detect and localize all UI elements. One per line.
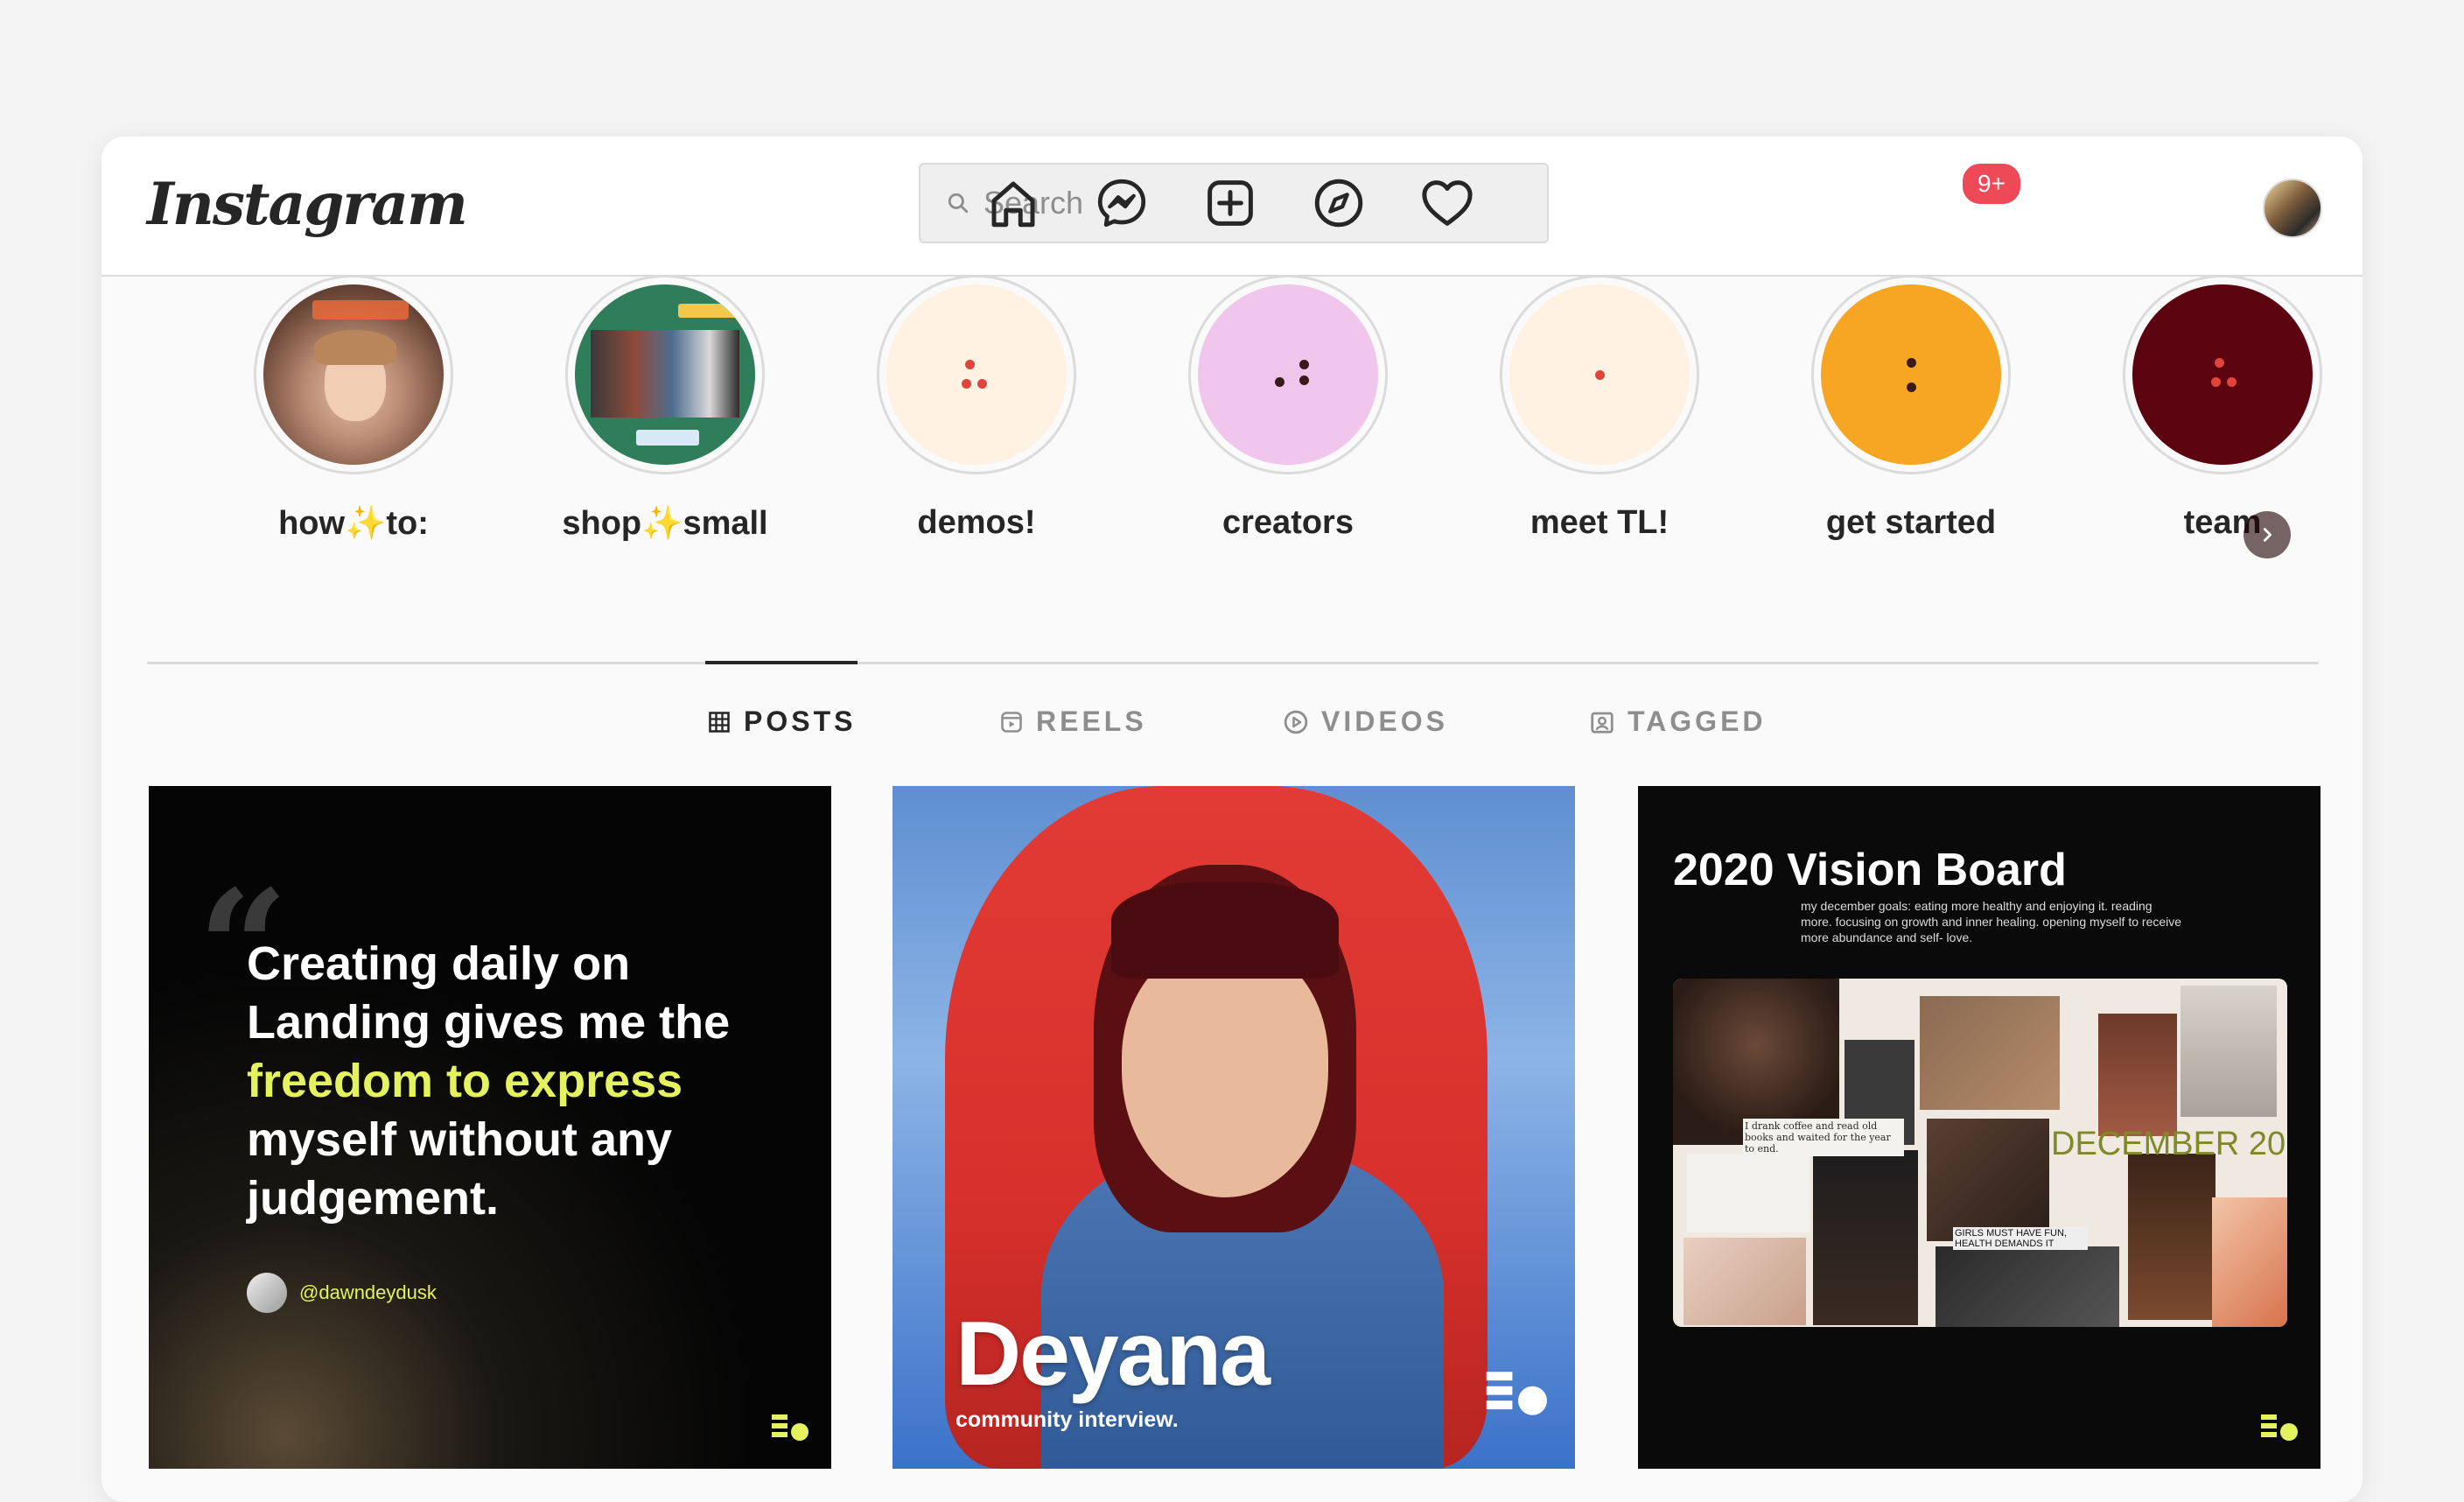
post-subtitle: community interview. <box>956 1407 1179 1432</box>
story-ring <box>1500 275 1699 474</box>
post-deyana-interview[interactable]: Deyana community interview. <box>892 786 1575 1469</box>
collage-note: I drank coffee and read old books and wa… <box>1743 1119 1904 1156</box>
quote-author: @dawndeydusk <box>247 1273 437 1313</box>
landing-logo-icon <box>2261 1414 2298 1441</box>
bangs <box>1111 882 1339 979</box>
face <box>1122 944 1328 1197</box>
story-highlight-meet-tl[interactable]: meet TL! <box>1494 275 1704 542</box>
author-avatar <box>247 1273 287 1313</box>
tagged-user-icon <box>1591 712 1614 733</box>
story-label: team <box>2183 504 2262 541</box>
quote-highlight: freedom to express <box>247 1055 683 1107</box>
messages-badge: 9+ <box>1960 161 2023 207</box>
story-thumbnail <box>263 284 444 465</box>
tabs-divider <box>147 662 2319 664</box>
collage-photo <box>1936 1246 2119 1327</box>
story-ring <box>877 275 1076 474</box>
quote-line-2: myself without any judgement. <box>247 1113 673 1225</box>
play-circle-icon <box>1284 710 1308 733</box>
story-thumbnail <box>1509 284 1690 465</box>
story-label: meet TL! <box>1530 504 1670 541</box>
story-label: get started <box>1825 504 1997 541</box>
post-vision-board[interactable]: 2020 Vision Board my december goals: eat… <box>1638 786 2320 1469</box>
collage-photo <box>1687 1154 1810 1232</box>
story-label: creators <box>1222 504 1354 541</box>
story-highlight-shop-small[interactable]: shop✨small <box>560 275 770 543</box>
chevron-right-icon[interactable] <box>2244 511 2291 558</box>
browser-window: Instagram 9+ <box>102 137 2362 1502</box>
collage-photo <box>2212 1197 2287 1327</box>
story-label: how✨to: <box>278 505 429 542</box>
story-ring <box>2123 275 2322 474</box>
collage-month-label: DECEMBER 2021 <box>2051 1126 2287 1162</box>
instagram-logo[interactable]: Instagram <box>147 170 468 238</box>
story-label: shop✨small <box>562 505 768 542</box>
collage-photo <box>1927 1119 2049 1241</box>
story-ring <box>254 275 453 474</box>
profile-avatar[interactable] <box>2263 179 2322 238</box>
story-thumbnail <box>1821 284 2001 465</box>
story-thumbnail <box>886 284 1067 465</box>
story-ring <box>565 275 765 474</box>
quote-line-1: Creating daily on Landing gives me the <box>247 937 731 1049</box>
tab-label: POSTS <box>744 705 857 737</box>
story-highlight-demos[interactable]: demos! <box>872 275 1082 542</box>
story-highlight-how-to[interactable]: how✨to: <box>248 275 458 543</box>
collage-photo <box>1813 1150 1918 1325</box>
post-title: Deyana <box>956 1303 1270 1405</box>
collage-photo <box>1684 1238 1806 1325</box>
search-icon <box>948 193 969 214</box>
landing-logo-icon <box>772 1414 808 1441</box>
post-subtitle: my december goals: eating more healthy a… <box>1801 899 2182 944</box>
landing-logo-icon <box>1486 1372 1547 1415</box>
reels-icon <box>1001 711 1022 733</box>
messenger-icon[interactable] <box>1087 168 1157 238</box>
tab-videos[interactable]: VIDEOS <box>1283 705 1448 738</box>
collage-photo <box>2128 1154 2216 1320</box>
top-navigation-bar: Instagram 9+ <box>102 137 2362 277</box>
story-highlight-creators[interactable]: creators <box>1183 275 1393 542</box>
story-highlight-get-started[interactable]: get started <box>1806 275 2016 542</box>
collage-photo <box>2098 1014 2177 1136</box>
story-highlight-team[interactable]: team <box>2118 275 2328 542</box>
story-label: demos! <box>917 504 1036 541</box>
heart-icon[interactable] <box>1412 168 1482 238</box>
tab-reels[interactable]: REELS <box>999 705 1147 738</box>
tab-label: TAGGED <box>1628 705 1767 737</box>
story-ring <box>1811 275 2011 474</box>
plus-square-icon[interactable] <box>1195 168 1265 238</box>
active-tab-indicator <box>705 661 858 664</box>
story-thumbnail <box>575 284 755 465</box>
collage-photo <box>2180 986 2277 1117</box>
home-icon[interactable] <box>978 168 1048 238</box>
author-handle: @dawndeydusk <box>299 1281 437 1303</box>
quote-text: Creating daily on Landing gives me the f… <box>247 935 789 1228</box>
collage-note: GIRLS MUST HAVE FUN, HEALTH DEMANDS IT <box>1953 1227 2088 1250</box>
story-thumbnail <box>1198 284 1378 465</box>
post-quote-card[interactable]: “ Creating daily on Landing gives me the… <box>149 786 831 1469</box>
grid-icon <box>709 711 730 733</box>
tab-posts[interactable]: POSTS <box>707 705 856 738</box>
vision-board-collage: I drank coffee and read old books and wa… <box>1673 979 2287 1327</box>
compass-icon[interactable] <box>1304 168 1374 238</box>
story-ring <box>1188 275 1388 474</box>
tab-label: REELS <box>1036 705 1147 737</box>
collage-photo <box>1920 996 2060 1110</box>
story-thumbnail <box>2132 284 2313 465</box>
tab-label: VIDEOS <box>1321 705 1448 737</box>
tab-tagged[interactable]: TAGGED <box>1589 705 1767 738</box>
post-title: 2020 Vision Board <box>1673 845 2067 895</box>
